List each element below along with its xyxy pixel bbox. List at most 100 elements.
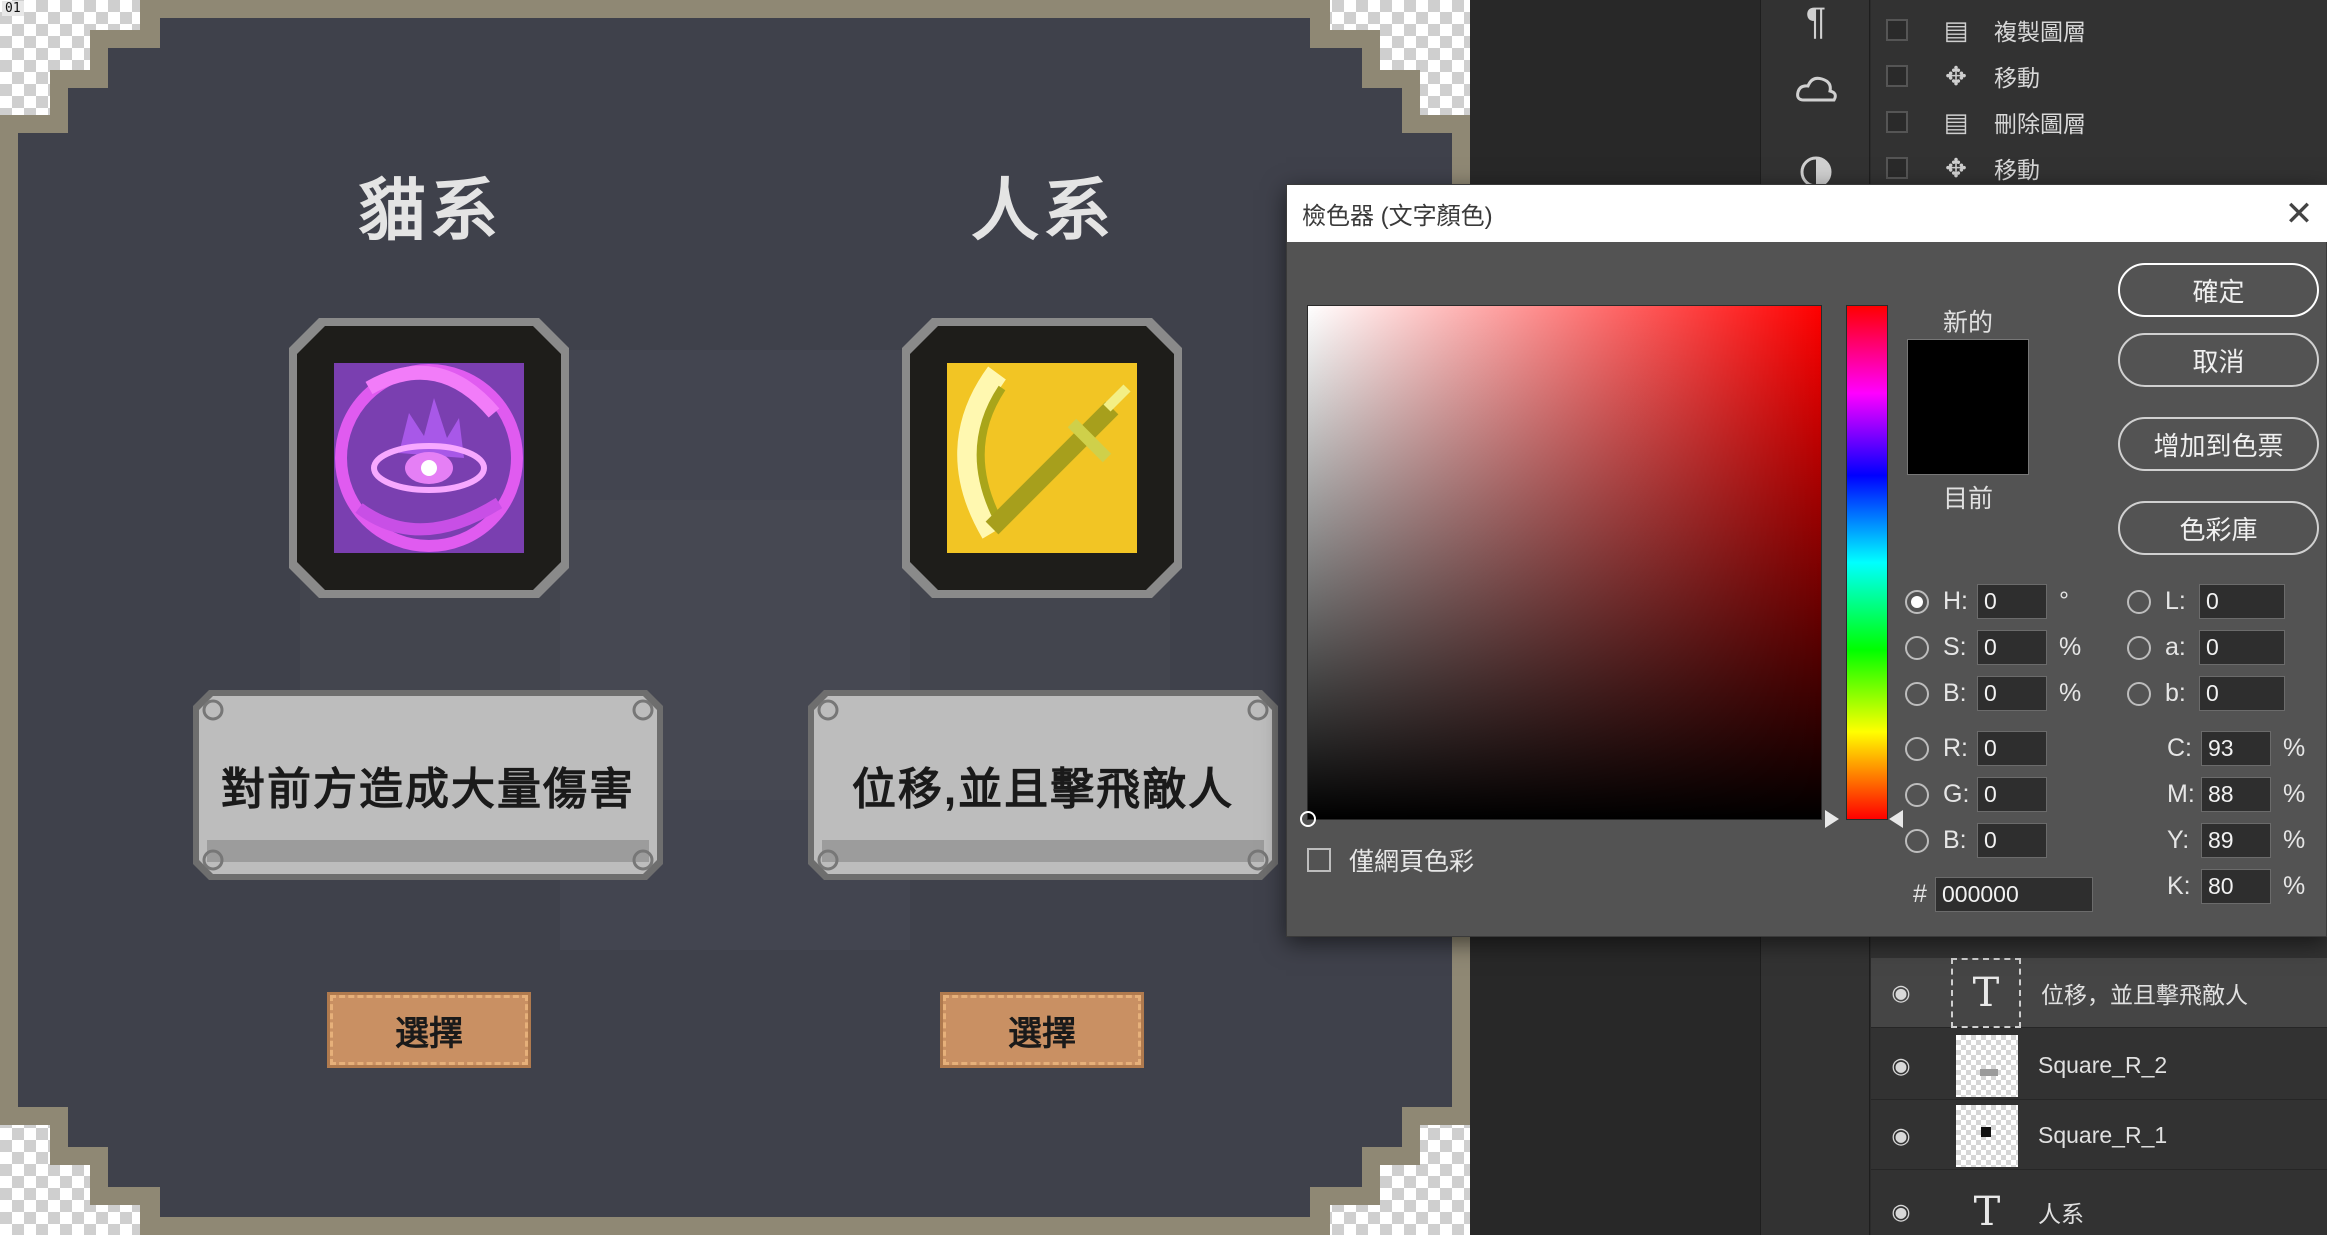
blue-input[interactable]	[1977, 823, 2047, 858]
green-radio[interactable]	[1905, 782, 1929, 807]
yellow-field-row: Y: %	[2167, 823, 2307, 858]
web-colors-only-option[interactable]: 僅網頁色彩	[1307, 842, 1474, 878]
layer-row[interactable]: ◉ T 位移，並且擊飛敵人	[1871, 957, 2327, 1028]
lab-l-field-row: L:	[2127, 584, 2285, 619]
cat-description-text: 對前方造成大量傷害	[221, 765, 635, 814]
cyan-field-row: C: %	[2167, 731, 2307, 766]
cat-select-button[interactable]: 選擇	[327, 992, 531, 1068]
visibility-eye-icon[interactable]: ◉	[1871, 980, 1931, 1006]
hue-field-row: H: °	[1905, 584, 2083, 619]
saturation-input[interactable]	[1977, 630, 2047, 665]
brightness-label: B:	[1943, 679, 1967, 707]
lab-a-radio[interactable]	[2127, 635, 2151, 660]
document-icon: ▤	[1943, 106, 1969, 137]
visibility-eye-icon[interactable]: ◉	[1871, 1053, 1931, 1079]
dialog-titlebar[interactable]: 檢色器 (文字顏色) ✕	[1287, 185, 2327, 242]
green-field-row: G:	[1905, 777, 2047, 812]
magenta-input[interactable]	[2201, 777, 2271, 812]
current-color-label: 目前	[1942, 485, 1993, 513]
hue-radio[interactable]	[1905, 589, 1929, 614]
current-color-swatch[interactable]	[1907, 407, 2029, 475]
saturation-brightness-field[interactable]	[1300, 305, 1822, 827]
history-checkbox[interactable]	[1886, 19, 1908, 41]
layer-row[interactable]: ◉ Square_R_2	[1871, 1032, 2327, 1100]
ok-button[interactable]: 確定	[2118, 263, 2319, 317]
yellow-input[interactable]	[2201, 823, 2271, 858]
history-item[interactable]: ▤ 刪除圖層	[1871, 99, 2327, 145]
history-item-label: 移動	[1994, 157, 2040, 183]
layer-row[interactable]: ◉ T 人系	[1871, 1178, 2327, 1235]
ui-panel-artwork	[0, 0, 1470, 1235]
human-select-button[interactable]: 選擇	[940, 992, 1144, 1068]
lab-a-field-row: a:	[2127, 630, 2285, 665]
layer-row[interactable]: ◉ Square_R_1	[1871, 1102, 2327, 1170]
paragraph-icon[interactable]: ¶	[1783, 0, 1849, 52]
lab-b-field-row: b:	[2127, 676, 2285, 711]
magenta-label: M:	[2167, 780, 2195, 808]
layer-label: 位移，並且擊飛敵人	[2041, 981, 2248, 1008]
cyan-input[interactable]	[2201, 731, 2271, 766]
layer-label: 人系	[2038, 1201, 2084, 1227]
color-libraries-button[interactable]: 色彩庫	[2118, 501, 2319, 555]
text-layer-thumbnail-icon: T	[1951, 957, 2021, 1028]
percent-unit: %	[2283, 826, 2306, 854]
lab-a-label: a:	[2165, 633, 2186, 661]
move-icon: ✥	[1945, 60, 1967, 91]
web-colors-only-label: 僅網頁色彩	[1349, 848, 1475, 876]
sword-slash-skill-icon	[902, 318, 1182, 598]
human-description-text: 位移,並且擊飛敵人	[851, 765, 1235, 814]
add-to-swatches-button[interactable]: 增加到色票	[2118, 417, 2319, 471]
creative-cloud-libraries-icon[interactable]	[1783, 60, 1849, 120]
hue-slider-handle-right[interactable]	[1889, 810, 1903, 828]
saturation-field-row: S: %	[1905, 630, 2083, 665]
document-canvas[interactable]: 01 貓系 人系 對前方造成大量傷害 位移,並且擊飛敵人 選擇 選擇	[0, 0, 1470, 1235]
visibility-eye-icon[interactable]: ◉	[1871, 1199, 1931, 1225]
history-checkbox[interactable]	[1886, 111, 1908, 133]
history-item[interactable]: ✥ 移動	[1871, 53, 2327, 99]
hex-input[interactable]	[1935, 877, 2093, 912]
hue-input[interactable]	[1977, 584, 2047, 619]
history-checkbox[interactable]	[1886, 65, 1908, 87]
lab-b-radio[interactable]	[2127, 681, 2151, 706]
dialog-title: 檢色器 (文字顏色)	[1302, 203, 1493, 230]
lab-l-input[interactable]	[2199, 584, 2285, 619]
yellow-label: Y:	[2167, 826, 2190, 854]
black-field-row: K: %	[2167, 869, 2307, 904]
text-layer-thumbnail-icon: T	[1973, 1189, 2001, 1235]
document-tab-badge: 01	[2, 1, 24, 16]
history-item[interactable]: ▤ 複製圖層	[1871, 7, 2327, 53]
color-selection-marker[interactable]	[1300, 811, 1316, 827]
document-icon: ▤	[1943, 14, 1969, 45]
saturation-radio[interactable]	[1905, 635, 1929, 660]
close-icon[interactable]: ✕	[2280, 195, 2318, 233]
black-input[interactable]	[2201, 869, 2271, 904]
black-label: K:	[2167, 872, 2191, 900]
red-label: R:	[1943, 734, 1968, 762]
web-colors-only-checkbox[interactable]	[1307, 848, 1331, 872]
degree-unit: °	[2059, 587, 2069, 615]
blue-field-row: B:	[1905, 823, 2047, 858]
hex-field-row: #	[1913, 877, 2093, 912]
hue-slider-handle-left[interactable]	[1825, 810, 1839, 828]
human-panel-title: 人系	[970, 172, 1115, 251]
red-radio[interactable]	[1905, 736, 1929, 761]
history-checkbox[interactable]	[1886, 157, 1908, 179]
lab-a-input[interactable]	[2199, 630, 2285, 665]
lab-l-radio[interactable]	[2127, 589, 2151, 614]
red-input[interactable]	[1977, 731, 2047, 766]
history-item-label: 移動	[1994, 65, 2040, 91]
brightness-radio[interactable]	[1905, 681, 1929, 706]
cancel-button[interactable]: 取消	[2118, 333, 2319, 387]
hue-slider[interactable]	[1846, 305, 1888, 820]
green-input[interactable]	[1977, 777, 2047, 812]
image-layer-thumbnail	[1956, 1034, 2018, 1097]
visibility-eye-icon[interactable]: ◉	[1871, 1123, 1931, 1149]
green-label: G:	[1943, 780, 1970, 808]
brightness-input[interactable]	[1977, 676, 2047, 711]
history-item-label: 複製圖層	[1994, 19, 2086, 45]
lab-b-input[interactable]	[2199, 676, 2285, 711]
layer-label: Square_R_2	[2038, 1052, 2168, 1078]
red-field-row: R:	[1905, 731, 2047, 766]
blue-radio[interactable]	[1905, 828, 1929, 853]
cyan-label: C:	[2167, 734, 2192, 762]
